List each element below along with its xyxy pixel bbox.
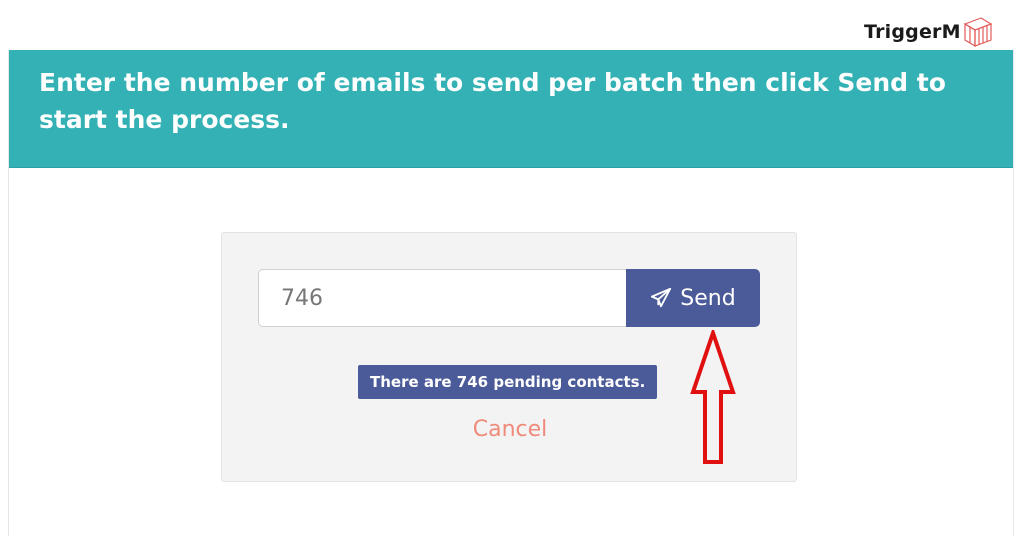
batch-input-group: Send bbox=[258, 269, 760, 327]
paper-plane-icon bbox=[651, 287, 672, 308]
batch-size-input[interactable] bbox=[258, 269, 626, 327]
send-button-label: Send bbox=[680, 285, 736, 311]
red-up-arrow-annotation bbox=[690, 330, 736, 464]
send-button[interactable]: Send bbox=[626, 269, 760, 327]
cube-logo-icon bbox=[963, 17, 993, 48]
batch-send-panel: Enter the number of emails to send per b… bbox=[8, 50, 1014, 536]
panel-header: Enter the number of emails to send per b… bbox=[9, 50, 1013, 168]
brand-name: TriggerM bbox=[864, 21, 961, 43]
pending-contacts-badge: There are 746 pending contacts. bbox=[358, 365, 658, 399]
brand-logo: TriggerM bbox=[864, 14, 995, 50]
page: TriggerM Enter the number of emails to s… bbox=[0, 0, 1024, 536]
panel-title: Enter the number of emails to send per b… bbox=[39, 68, 946, 134]
